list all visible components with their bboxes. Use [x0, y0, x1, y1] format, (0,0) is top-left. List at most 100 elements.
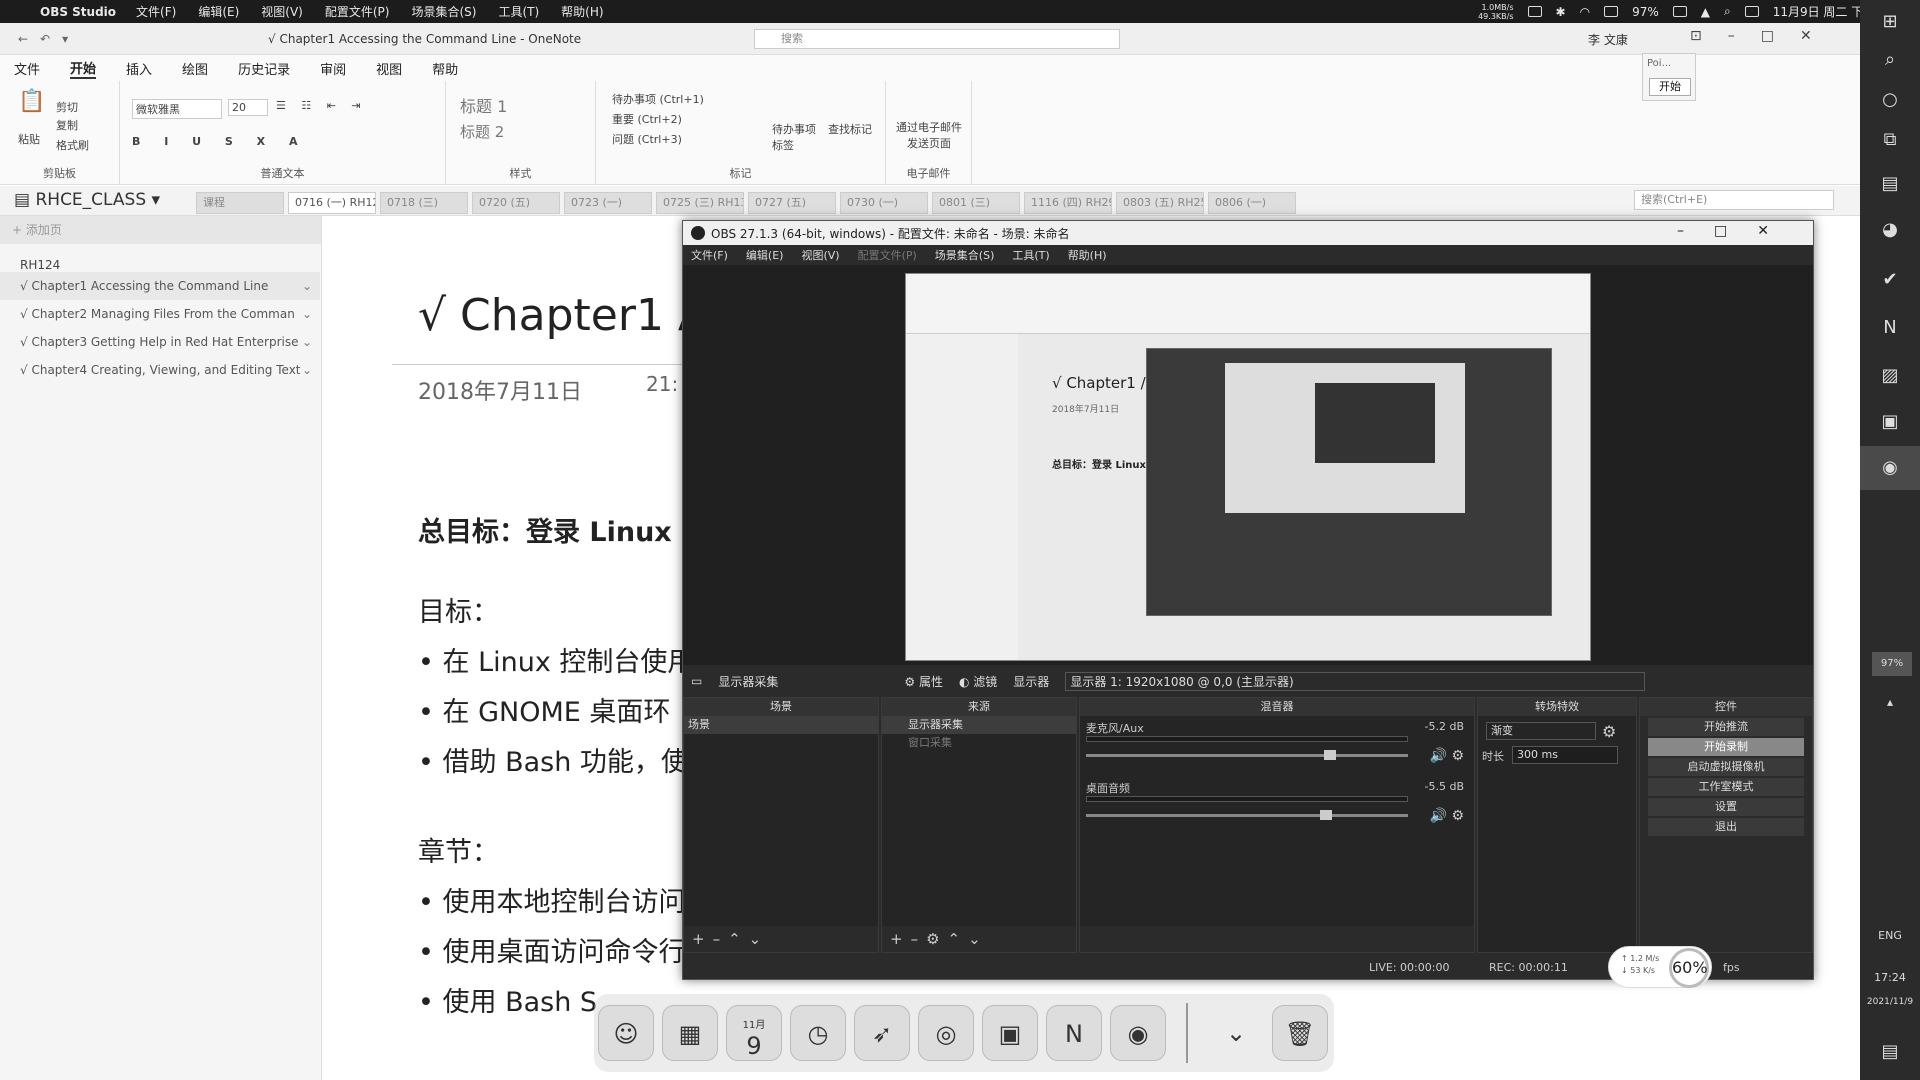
section-tab[interactable]: 0716 (一) RH124 [288, 192, 376, 214]
start-button[interactable]: 开始 [1649, 78, 1691, 96]
clock-icon[interactable]: ◷ [790, 1005, 846, 1061]
obs-menu-edit[interactable]: 编辑(E) [746, 247, 784, 263]
section-tab[interactable]: 0718 (三) [380, 192, 468, 214]
obs-window-controls[interactable]: –□✕ [1677, 223, 1799, 239]
onenote-icon[interactable]: N [1046, 1005, 1102, 1061]
sections-heading[interactable]: 章节： [418, 830, 499, 869]
bluetooth-icon[interactable]: ✱ [1556, 5, 1566, 19]
speaker-gear-icons[interactable]: 🔊 ⚙ [1430, 808, 1464, 824]
obs-icon[interactable]: ◉ [1110, 1005, 1166, 1061]
section-tab[interactable]: 0727 (五) [748, 192, 836, 214]
finder-icon[interactable]: ☺ [598, 1005, 654, 1061]
onenote-icon[interactable]: N [1878, 316, 1902, 340]
search-icon[interactable]: ⌕ [1724, 4, 1731, 19]
style-heading2[interactable]: 标题 2 [460, 121, 504, 142]
volume-slider[interactable] [1086, 810, 1408, 820]
page-search-input[interactable]: 搜索(Ctrl+E) [1634, 190, 1834, 210]
wifi-icon[interactable]: ◠ [1580, 5, 1590, 19]
source-item[interactable]: 显示器采集 [882, 716, 1076, 734]
format-painter-button[interactable]: 格式刷 [56, 137, 89, 153]
section-tab[interactable]: 0730 (一) [840, 192, 928, 214]
section-item[interactable]: • 使用桌面访问命令行 [418, 930, 682, 969]
control-center-icon[interactable] [1744, 6, 1759, 17]
check-icon[interactable]: ✔ [1878, 268, 1902, 292]
language-indicator[interactable]: ENG [1878, 924, 1902, 948]
volume-slider[interactable] [1086, 750, 1408, 760]
tray-icons[interactable]: ▴ [1878, 690, 1902, 714]
email-page-button[interactable]: 通过电子邮件发送页面 [894, 119, 964, 151]
gear-icon[interactable]: ⚙ [1602, 722, 1616, 741]
copy-button[interactable]: 复制 [56, 117, 78, 133]
section-tab[interactable]: 0801 (三) [932, 192, 1020, 214]
menubar-app-name[interactable]: OBS Studio [40, 5, 116, 19]
volume-knob[interactable] [1324, 750, 1336, 760]
section-tab[interactable]: 0720 (五) [472, 192, 560, 214]
settings-button[interactable]: 设置 [1648, 798, 1804, 816]
volume-knob[interactable] [1320, 810, 1332, 820]
objective-item[interactable]: • 在 GNOME 桌面环 [418, 690, 670, 729]
page-canvas[interactable]: √ Chapter1 Accessing the Command Line 20… [322, 216, 682, 1080]
objective-item[interactable]: • 在 Linux 控制台使用 [418, 640, 682, 679]
goal-heading[interactable]: 总目标：登录 Linux [418, 510, 672, 549]
battery-indicator[interactable]: 97% [1872, 652, 1912, 676]
section-item[interactable]: • 使用 Bash S [418, 980, 597, 1019]
section-tab[interactable]: 0803 (五) RH254 [1116, 192, 1204, 214]
taskbar-time[interactable]: 17:24 [1862, 966, 1918, 990]
launchpad-icon[interactable]: ▦ [662, 1005, 718, 1061]
cut-button[interactable]: 剪切 [56, 99, 78, 115]
obs-menu-profile[interactable]: 配置文件(P) [858, 247, 917, 263]
chevron-down-icon[interactable]: ⌄ [302, 272, 312, 300]
taskbar-date[interactable]: 2021/11/9 [1862, 990, 1918, 1014]
trash-icon[interactable]: 🗑 [1272, 1005, 1328, 1061]
filters-button[interactable]: ◐ 滤镜 [959, 673, 997, 690]
page-item[interactable]: √ Chapter1 Accessing the Command Line ⌄ [0, 272, 320, 300]
feishu-icon[interactable]: ➶ [854, 1005, 910, 1061]
objectives-heading[interactable]: 目标： [418, 590, 499, 629]
question-tag[interactable]: 问题 (Ctrl+3) [612, 131, 682, 147]
chevron-down-icon[interactable]: ⌄ [302, 300, 312, 328]
section-tab[interactable]: 0725 (三) RH134 [656, 192, 744, 214]
task-view-icon[interactable]: ⧉ [1878, 128, 1902, 152]
section-item[interactable]: • 使用本地控制台访问 [418, 880, 682, 919]
paste-button[interactable]: 粘贴 [18, 131, 40, 147]
user-name[interactable]: 李 文康 [1588, 31, 1628, 48]
source-item[interactable]: 窗口采集 [882, 734, 1076, 752]
menubar-help[interactable]: 帮助(H) [561, 3, 603, 20]
battery-icon[interactable] [1672, 6, 1687, 17]
tab-review[interactable]: 审阅 [320, 59, 346, 78]
start-recording-button[interactable]: 开始录制 [1648, 738, 1804, 756]
airplay-icon[interactable]: ▲ [1701, 5, 1710, 19]
cortana-icon[interactable]: ○ [1878, 88, 1902, 112]
scenes-toolbar[interactable]: +–⌃⌄ [684, 926, 878, 952]
app-icon[interactable]: ◕ [1878, 218, 1902, 242]
style-heading1[interactable]: 标题 1 [460, 93, 507, 117]
menubar-edit[interactable]: 编辑(E) [198, 3, 239, 20]
studio-mode-button[interactable]: 工作室模式 [1648, 778, 1804, 796]
list-indent-icons[interactable]: ☰ ☷ ⇤ ⇥ [276, 99, 367, 112]
app-icon[interactable]: ▨ [1878, 364, 1902, 388]
calendar-icon[interactable]: 11月 9 [726, 1005, 782, 1061]
exit-button[interactable]: 退出 [1648, 818, 1804, 836]
section-tab[interactable]: 0806 (一) [1208, 192, 1296, 214]
obs-menu-help[interactable]: 帮助(H) [1068, 247, 1107, 263]
parallels-icon[interactable]: ▣ [982, 1005, 1038, 1061]
page-item[interactable]: √ Chapter2 Managing Files From the Comma… [0, 300, 320, 328]
paste-icon[interactable]: 📋 [18, 89, 45, 114]
obs-menu-scene-collection[interactable]: 场景集合(S) [935, 247, 995, 263]
network-speed-widget[interactable]: ↑ 1.2 M/s ↓ 53 K/s 60% [1608, 946, 1712, 988]
onenote-search-input[interactable]: 搜索 [754, 29, 1120, 49]
menubar-view[interactable]: 视图(V) [261, 3, 303, 20]
tab-history[interactable]: 历史记录 [238, 59, 290, 78]
app-icon[interactable]: ▣ [1878, 410, 1902, 434]
tab-view[interactable]: 视图 [376, 59, 402, 78]
tab-draw[interactable]: 绘图 [182, 59, 208, 78]
page-item[interactable]: √ Chapter4 Creating, Viewing, and Editin… [0, 356, 320, 384]
tab-help[interactable]: 帮助 [432, 59, 458, 78]
display-select[interactable]: 显示器 1: 1920x1080 @ 0,0 (主显示器) [1065, 671, 1646, 691]
obs-menu-tools[interactable]: 工具(T) [1012, 247, 1049, 263]
section-tab[interactable]: 0723 (一) [564, 192, 652, 214]
window-controls[interactable]: ⊡–□✕ [1690, 28, 1838, 44]
menubar-profile[interactable]: 配置文件(P) [325, 3, 390, 20]
font-style-icons[interactable]: B I U S X A [132, 135, 307, 148]
transition-select[interactable]: 渐变 [1486, 722, 1596, 740]
